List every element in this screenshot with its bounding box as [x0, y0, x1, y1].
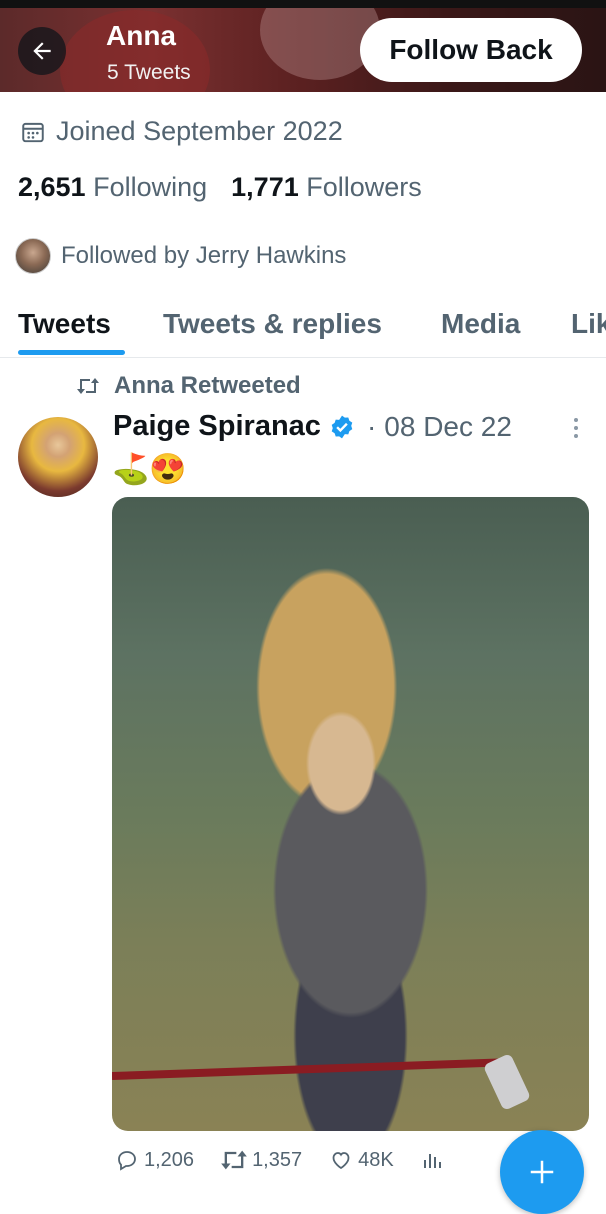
reply-icon [118, 1151, 136, 1171]
like-button[interactable]: 48K [328, 1148, 394, 1172]
tweet-header: Paige Spiranac · 08 Dec 22 [113, 410, 512, 443]
following-count: 2,651 [18, 172, 86, 202]
following-link[interactable]: 2,651 Following [18, 172, 207, 203]
analytics-icon [423, 1154, 441, 1168]
follow-back-button[interactable]: Follow Back [360, 18, 582, 82]
arrow-left-icon [33, 42, 51, 60]
retweet-icon [221, 1150, 247, 1170]
follow-stats: 2,651 Following 1,771 Followers [18, 172, 422, 203]
separator-dot: · [366, 410, 377, 442]
followers-label: Followers [306, 172, 422, 202]
plus-icon [530, 1160, 554, 1184]
joined-text: Joined September 2022 [56, 116, 343, 146]
retweet-label[interactable]: Anna Retweeted [114, 372, 301, 400]
heart-icon [332, 1152, 350, 1170]
followers-link[interactable]: 1,771 Followers [231, 172, 422, 203]
header-name: Anna [106, 20, 176, 51]
profile-tabs: Tweets Tweets & replies Media Lik [0, 300, 606, 358]
tab-media[interactable]: Media [441, 308, 520, 340]
calendar-icon [22, 122, 44, 142]
author-avatar[interactable] [18, 417, 98, 497]
retweet-count: 1,357 [252, 1148, 303, 1171]
retweet-indicator: Anna Retweeted [76, 372, 301, 400]
joined-date: Joined September 2022 [20, 116, 343, 147]
tweet-media-image[interactable] [112, 497, 589, 1131]
following-label: Following [93, 172, 208, 202]
tab-likes[interactable]: Lik [571, 308, 606, 340]
more-options-icon[interactable] [568, 418, 584, 438]
active-tab-indicator [18, 350, 125, 355]
views-button[interactable] [420, 1148, 444, 1172]
reply-count: 1,206 [144, 1148, 195, 1171]
followers-count: 1,771 [231, 172, 299, 202]
back-button[interactable] [18, 27, 66, 75]
follower-avatar [15, 238, 51, 274]
tweet-date[interactable]: 08 Dec 22 [384, 411, 512, 443]
retweet-icon [77, 378, 99, 394]
tweet-text: ⛳😍 [112, 453, 187, 486]
followed-by[interactable]: Followed by Jerry Hawkins [15, 238, 346, 274]
status-bar [0, 0, 606, 8]
tweet-actions: 1,206 1,357 48K [114, 1148, 470, 1172]
golf-club-shaft [112, 1058, 512, 1080]
followed-by-text: Followed by Jerry Hawkins [61, 242, 347, 269]
profile-header: Anna 5 Tweets Follow Back [0, 0, 606, 92]
like-count: 48K [358, 1148, 394, 1171]
compose-tweet-button[interactable] [500, 1130, 584, 1214]
tab-tweets-replies[interactable]: Tweets & replies [163, 308, 382, 340]
reply-button[interactable]: 1,206 [114, 1148, 194, 1172]
verified-badge-icon [331, 415, 353, 438]
golf-club-head [482, 1053, 532, 1111]
retweet-button[interactable]: 1,357 [220, 1148, 302, 1172]
author-name[interactable]: Paige Spiranac [113, 410, 321, 443]
header-tweet-count: 5 Tweets [107, 61, 191, 84]
tab-tweets[interactable]: Tweets [18, 308, 111, 340]
